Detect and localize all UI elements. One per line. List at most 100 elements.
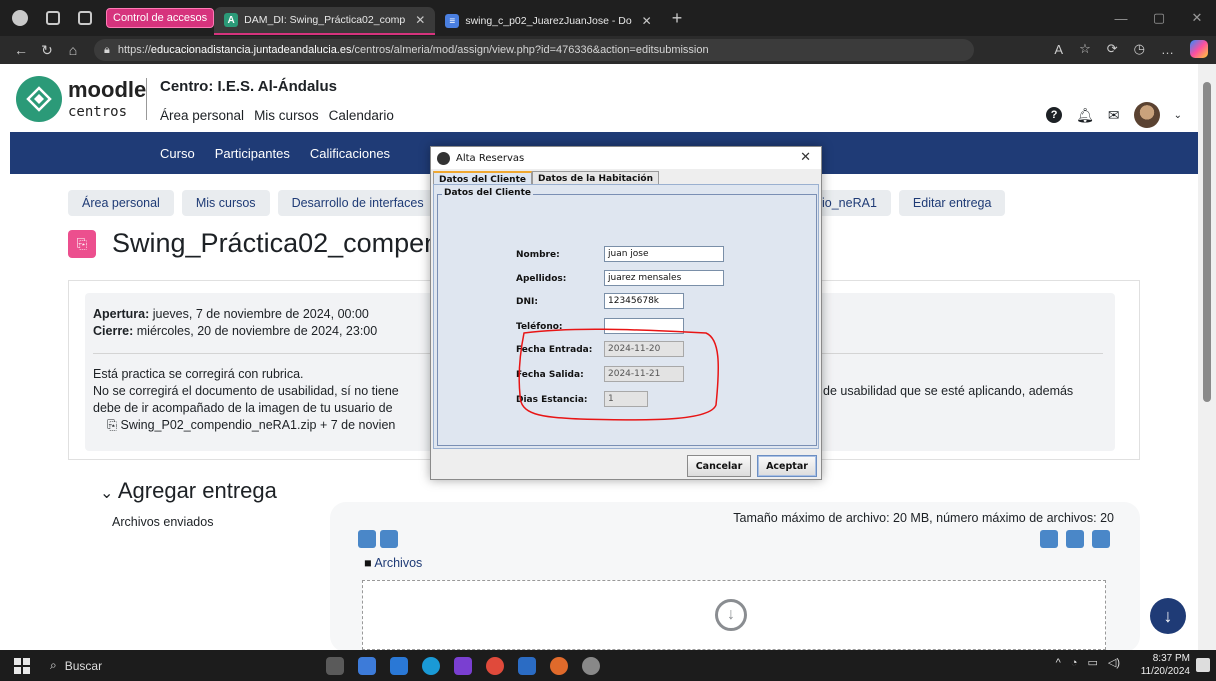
dialog-title: Alta Reservas: [456, 152, 525, 164]
nav-participantes[interactable]: Participantes: [215, 146, 290, 161]
view-tree-button[interactable]: [1092, 530, 1110, 548]
file-explorer-icon[interactable]: [358, 656, 376, 675]
header-icons: ? 🔔︎ ✉ ⌄: [1046, 102, 1182, 128]
task-view-icon[interactable]: [326, 656, 344, 675]
drop-zone[interactable]: ↓: [362, 580, 1106, 650]
copilot-icon[interactable]: [1190, 40, 1208, 58]
moodle-tab-icon: A: [224, 13, 239, 27]
home-icon[interactable]: ⌂: [60, 42, 86, 58]
dialog-close-icon[interactable]: ✕: [800, 150, 811, 165]
tab-group-label[interactable]: Control de accesos: [106, 8, 215, 28]
java-icon[interactable]: [582, 656, 600, 675]
new-tab-icon[interactable]: +: [672, 8, 683, 29]
folder-icon: ■: [364, 556, 375, 570]
scroll-down-button[interactable]: ↓: [1150, 598, 1186, 634]
window-controls: — ▢ ✕: [1102, 0, 1216, 36]
telefono-field[interactable]: [604, 318, 684, 334]
tab-panel: Datos del Cliente Nombre: juan jose Apel…: [433, 184, 819, 449]
system-tray: ^ ◔ ▭ ◁): [1056, 656, 1120, 670]
wifi-icon[interactable]: ◔: [1071, 657, 1078, 669]
accept-button[interactable]: Aceptar: [757, 455, 817, 477]
view-icons-button[interactable]: [1040, 530, 1058, 548]
nav-calendario[interactable]: Calendario: [329, 108, 394, 123]
breadcrumb-area-personal[interactable]: Área personal: [68, 190, 174, 216]
eclipse-icon[interactable]: [550, 656, 568, 675]
minimize-icon[interactable]: —: [1102, 11, 1140, 26]
close-icon[interactable]: ✕: [415, 13, 425, 27]
bell-icon[interactable]: 🔔︎: [1076, 107, 1094, 124]
clock-date: 11/20/2024: [1140, 666, 1190, 677]
read-aloud-icon[interactable]: A: [1054, 42, 1063, 57]
fecha-salida-field: 2024-11-21: [604, 366, 684, 382]
chevron-up-icon[interactable]: ^: [1056, 657, 1061, 669]
max-size-note: Tamaño máximo de archivo: 20 MB, número …: [733, 511, 1114, 525]
maximize-icon[interactable]: ▢: [1140, 10, 1178, 26]
close-icon[interactable]: ✕: [642, 14, 652, 28]
nav-mis-cursos[interactable]: Mis cursos: [254, 108, 319, 123]
taskbar-clock[interactable]: 8:37 PM 11/20/2024: [1141, 652, 1190, 678]
cancel-button[interactable]: Cancelar: [687, 455, 751, 477]
nombre-field[interactable]: juan jose: [604, 246, 724, 262]
header-divider: [146, 78, 147, 120]
agregar-entrega-heading[interactable]: ⌄ Agregar entrega: [100, 478, 277, 504]
history-icon[interactable]: ◷: [1134, 41, 1145, 57]
taskbar-search[interactable]: ⌕ Buscar: [50, 658, 280, 673]
breadcrumb-course[interactable]: Desarrollo de interfaces: [277, 190, 438, 216]
back-icon[interactable]: ←: [8, 42, 34, 58]
attachment-link[interactable]: ⎘ Swing_P02_compendio_neRA1.zip + 7 de n…: [107, 418, 395, 433]
create-folder-button[interactable]: [380, 530, 398, 548]
folder-path[interactable]: ■ Archivos: [364, 556, 422, 570]
tab-moodle[interactable]: A DAM_DI: Swing_Práctica02_comp ✕: [214, 7, 436, 35]
nav-calificaciones[interactable]: Calificaciones: [310, 146, 390, 161]
page-title: Swing_Práctica02_compen: [112, 228, 440, 258]
address-bar-row: ← ↻ ⌂ 🔒︎ https://educacionadistancia.jun…: [0, 36, 1216, 64]
ide-icon[interactable]: [454, 656, 472, 675]
description-line-2-tail: de usabilidad que se esté aplicando, ade…: [823, 384, 1074, 398]
apellidos-field[interactable]: juarez mensales: [604, 270, 724, 286]
logo-text: moodle: [68, 77, 147, 102]
url-text: https://educacionadistancia.juntadeandal…: [117, 44, 709, 56]
breadcrumb-editar-entrega[interactable]: Editar entrega: [898, 190, 1006, 216]
tab-document[interactable]: ≡ swing_c_p02_JuarezJuanJose - Do ✕: [435, 7, 661, 35]
chevron-down-icon[interactable]: ⌄: [1174, 110, 1182, 121]
scrollbar-thumb[interactable]: [1203, 82, 1211, 402]
page-scrollbar[interactable]: [1198, 64, 1216, 650]
extensions-icon[interactable]: ⟳: [1107, 41, 1118, 57]
view-list-button[interactable]: [1066, 530, 1084, 548]
workspaces-icon[interactable]: [46, 11, 60, 25]
windows-start-icon[interactable]: [14, 657, 30, 674]
dni-field[interactable]: 12345678k: [604, 293, 684, 309]
chrome-icon[interactable]: [486, 656, 504, 675]
store-icon[interactable]: [390, 656, 408, 675]
more-menu-icon[interactable]: …: [1161, 42, 1174, 57]
nav-curso[interactable]: Curso: [160, 146, 195, 161]
download-arrow-icon: ↓: [715, 599, 747, 631]
profile-icon[interactable]: [12, 10, 28, 26]
window-close-icon[interactable]: ✕: [1178, 10, 1216, 26]
nav-area-personal[interactable]: Área personal: [160, 108, 244, 123]
url-field[interactable]: 🔒︎ https://educacionadistancia.juntadean…: [94, 39, 974, 61]
battery-icon[interactable]: ▭: [1087, 656, 1097, 669]
datos-cliente-group: Datos del Cliente Nombre: juan jose Apel…: [437, 188, 817, 446]
favorite-star-icon[interactable]: ☆: [1079, 41, 1091, 57]
add-file-button[interactable]: [358, 530, 376, 548]
fecha-entrada-label: Fecha Entrada:: [516, 345, 593, 355]
tab-actions-icon[interactable]: [78, 11, 92, 25]
group-title: Datos del Cliente: [442, 188, 533, 198]
fecha-entrada-field: 2024-11-20: [604, 341, 684, 357]
app-icon[interactable]: [518, 656, 536, 675]
edge-icon[interactable]: [422, 656, 440, 675]
messages-icon[interactable]: ✉: [1108, 107, 1120, 124]
taskbar-apps: [326, 656, 600, 675]
search-placeholder: Buscar: [64, 658, 103, 673]
notifications-icon[interactable]: [1196, 658, 1210, 672]
moodle-logo-icon[interactable]: [16, 76, 62, 122]
browser-actions: A ☆ ⟳ ◷ …: [1054, 40, 1208, 58]
volume-icon[interactable]: ◁): [1108, 656, 1120, 669]
avatar[interactable]: [1133, 102, 1160, 128]
help-icon[interactable]: ?: [1046, 107, 1063, 123]
refresh-icon[interactable]: ↻: [34, 42, 60, 59]
breadcrumb-mis-cursos[interactable]: Mis cursos: [181, 190, 270, 216]
apellidos-label: Apellidos:: [516, 274, 567, 284]
tab-label: DAM_DI: Swing_Práctica02_comp: [244, 14, 406, 26]
